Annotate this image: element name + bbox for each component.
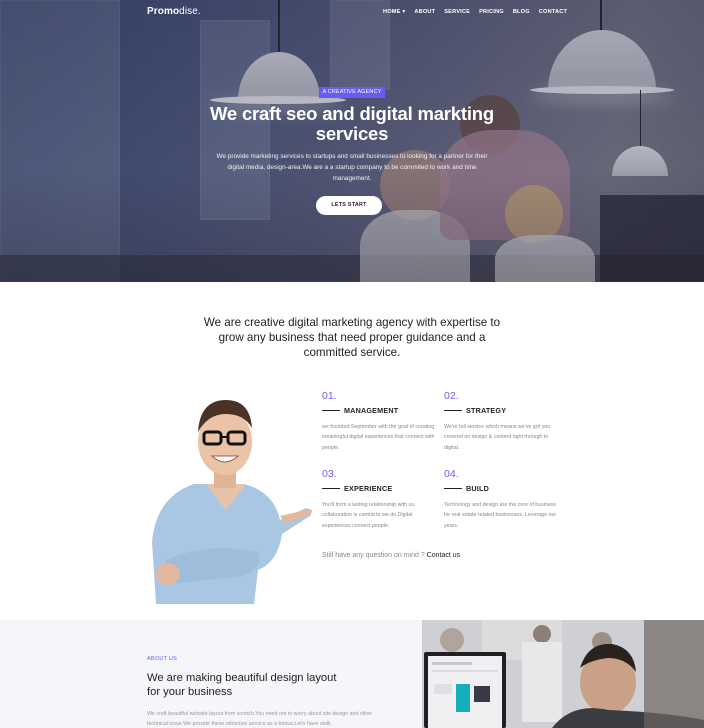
site-logo[interactable]: Promodise. [147, 6, 201, 17]
about-tag: ABOUT US [147, 656, 178, 662]
feature-number: 04. [444, 468, 459, 480]
feature-title: STRATEGY [466, 406, 507, 415]
hero-badge: A CREATIVE AGENCY [319, 87, 385, 98]
feature-description: We're full service which means we've got… [444, 424, 551, 451]
feature-management: 01. MANAGEMENT we founded September with… [322, 390, 442, 453]
feature-description: we founded September with the goal of cr… [322, 424, 435, 451]
feature-title: BUILD [466, 484, 489, 493]
about-paragraph: We craft beautiful website layout from s… [147, 711, 372, 728]
feature-number: 01. [322, 390, 337, 402]
navbar: Promodise. HOME ▾ ABOUT SERVICE PRICING … [0, 0, 704, 24]
feature-description: Technology and design are the core of bu… [444, 502, 557, 529]
feature-heading: STRATEGY [444, 406, 564, 415]
feature-divider [444, 487, 462, 490]
lets-start-button[interactable]: LETS START [316, 196, 382, 215]
nav-item-home[interactable]: HOME ▾ [383, 9, 405, 15]
feature-description: You'll form a lasting relationship with … [322, 502, 416, 529]
feature-heading: BUILD [444, 484, 564, 493]
feature-number: 03. [322, 468, 337, 480]
logo-bold: Promo [147, 6, 180, 17]
question-text: Still have any question on mind ? [322, 552, 425, 559]
smiling-man-image [152, 400, 312, 604]
feature-experience: 03. EXPERIENCE You'll form a lasting rel… [322, 468, 442, 531]
hero-section: Promodise. HOME ▾ ABOUT SERVICE PRICING … [0, 0, 704, 282]
feature-build: 04. BUILD Technology and design are the … [444, 468, 564, 531]
feature-title: MANAGEMENT [344, 406, 399, 415]
feature-heading: EXPERIENCE [322, 484, 442, 493]
feature-number: 02. [444, 390, 459, 402]
nav-item-about[interactable]: ABOUT [414, 9, 435, 15]
intro-statement: We are creative digital marketing agency… [203, 316, 501, 359]
feature-divider [322, 409, 340, 412]
feature-divider [322, 487, 340, 490]
hero-subtitle: We provide marketing services to startup… [216, 153, 488, 182]
feature-title: EXPERIENCE [344, 484, 393, 493]
nav-menu: HOME ▾ ABOUT SERVICE PRICING BLOG CONTAC… [383, 9, 576, 15]
feature-strategy: 02. STRATEGY We're full service which me… [444, 390, 564, 453]
feature-divider [444, 409, 462, 412]
hero-title: We craft seo and digital markting servic… [210, 103, 494, 144]
contact-us-link[interactable]: Contact us [427, 552, 460, 559]
nav-item-pricing[interactable]: PRICING [479, 9, 504, 15]
nav-item-contact[interactable]: CONTACT [539, 9, 567, 15]
office-workspace-image [422, 620, 704, 728]
feature-heading: MANAGEMENT [322, 406, 442, 415]
logo-thin: dise. [179, 6, 201, 17]
nav-item-service[interactable]: SERVICE [444, 9, 470, 15]
about-title: We are making beautiful design layout fo… [147, 672, 337, 698]
question-line: Still have any question on mind ? Contac… [322, 552, 460, 559]
nav-item-blog[interactable]: BLOG [513, 9, 530, 15]
